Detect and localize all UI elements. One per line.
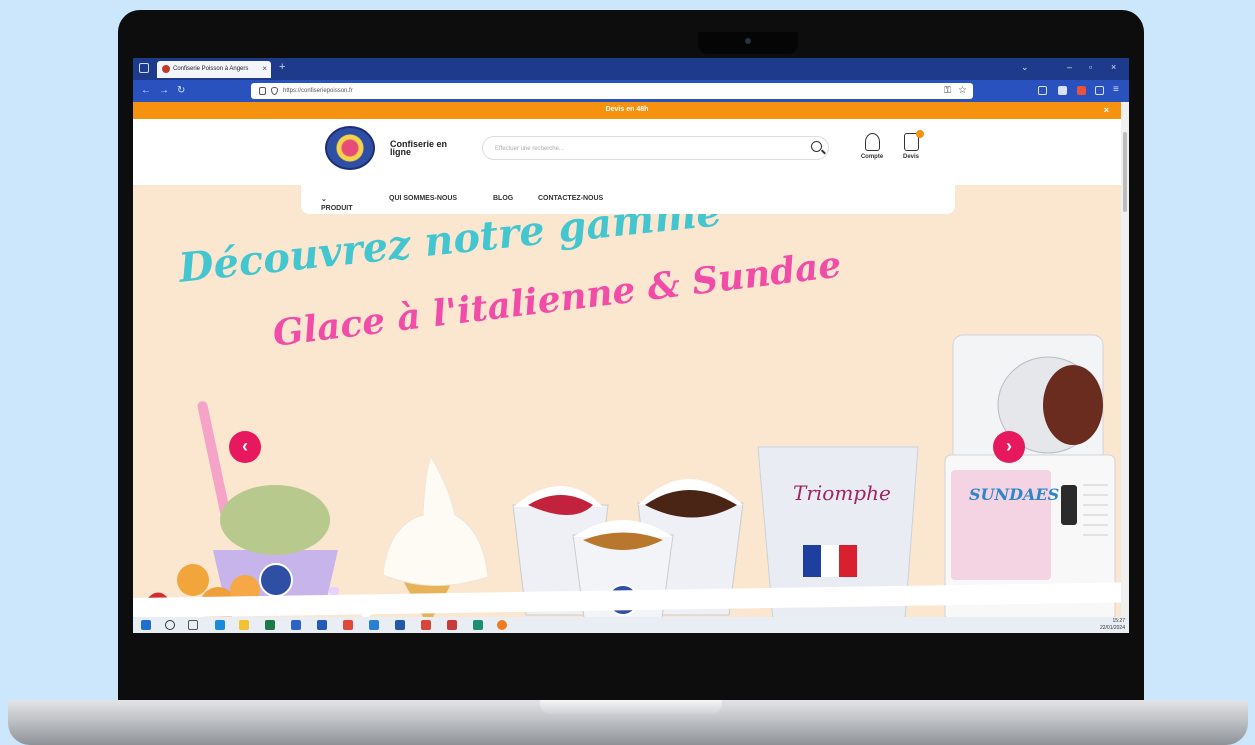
word-icon[interactable]: [317, 620, 327, 630]
search-icon[interactable]: [165, 620, 175, 630]
machine-label-text: SUNDAES: [969, 485, 1059, 504]
user-icon: [864, 133, 880, 151]
brand-name: Confiserie en ligne: [390, 139, 448, 157]
system-clock[interactable]: 15:27 22/01/2024: [1100, 618, 1125, 632]
app-icon[interactable]: [395, 620, 405, 630]
close-tab-icon[interactable]: ×: [262, 64, 267, 73]
extension-icon[interactable]: [1058, 86, 1067, 95]
cup-logo: [259, 563, 293, 597]
app-icon[interactable]: [473, 620, 483, 630]
laptop-lid-notch: [540, 700, 722, 714]
search-input[interactable]: Effectuer une recherche...: [482, 136, 829, 160]
browser-nav-bar: ← → ↻ https://confiseriepoisson.fr ⚿ ☆ ≡: [133, 80, 1129, 102]
hero-illustration: Triomphe SUNDAES: [143, 334, 1116, 617]
promo-text: Devis en 48h: [605, 106, 649, 113]
pink-spoon: [197, 401, 231, 519]
browser-tab-bar: Confiserie Poisson à Angers × + ⌄ – ▫ ×: [133, 58, 1129, 80]
pouch-brand-text: Triomphe: [793, 481, 891, 505]
task-view-icon[interactable]: [188, 620, 198, 630]
favicon-icon: [162, 65, 170, 73]
promo-banner: Devis en 48h ×: [133, 102, 1121, 119]
minimize-icon[interactable]: –: [1067, 62, 1072, 72]
app-icon[interactable]: [421, 620, 431, 630]
tab-title: Confiserie Poisson à Angers: [173, 66, 249, 72]
pocket-icon[interactable]: [1038, 86, 1047, 95]
sundae-machine: SUNDAES: [944, 334, 1116, 617]
url-text: https://confiseriepoisson.fr: [283, 88, 353, 94]
key-icon[interactable]: ⚿: [944, 85, 951, 96]
excel-icon[interactable]: [265, 620, 275, 630]
new-tab-icon[interactable]: +: [279, 61, 285, 73]
reload-icon[interactable]: ↻: [177, 85, 185, 96]
menu-item-qui-sommes-nous[interactable]: QUI SOMMES-NOUS: [389, 195, 457, 202]
account-label: Compte: [860, 154, 884, 160]
app-icon[interactable]: [291, 620, 301, 630]
account-button[interactable]: Compte: [852, 133, 892, 160]
scrollbar-thumb[interactable]: [1123, 132, 1127, 212]
quote-label: Devis: [902, 154, 919, 160]
quote-badge: [916, 130, 924, 138]
search-icon[interactable]: [811, 141, 822, 152]
site-header: Confiserie en ligne Effectuer une recher…: [133, 119, 1121, 185]
site-logo[interactable]: [325, 126, 375, 170]
quote-button[interactable]: Devis: [891, 130, 931, 160]
camera-notch: [698, 32, 798, 54]
lock-icon: [259, 87, 266, 95]
edge-icon[interactable]: [215, 620, 225, 630]
outlook-icon[interactable]: [369, 620, 379, 630]
bookmark-star-icon[interactable]: ☆: [958, 85, 967, 96]
hero-banner: Découvrez notre gamme Glace à l'italienn…: [133, 185, 1121, 617]
tab-list-icon[interactable]: [139, 63, 149, 73]
menu-item-blog[interactable]: BLOG: [493, 195, 513, 202]
close-icon[interactable]: ×: [1104, 105, 1109, 115]
forward-icon[interactable]: →: [159, 85, 169, 96]
app-icon[interactable]: [447, 620, 457, 630]
firefox-icon[interactable]: [497, 620, 507, 630]
menu-item-contact[interactable]: CONTACTEZ-NOUS: [538, 195, 603, 202]
screen: Confiserie Poisson à Angers × + ⌄ – ▫ × …: [133, 58, 1129, 633]
close-window-icon[interactable]: ×: [1111, 62, 1116, 72]
shield-icon: [271, 87, 278, 95]
pistachio-scoop: [220, 485, 330, 555]
soft-serve: [382, 455, 489, 587]
page-scrollbar[interactable]: [1121, 102, 1129, 617]
chrome-icon[interactable]: [343, 620, 353, 630]
carousel-prev-button[interactable]: ‹: [229, 431, 261, 463]
clock-time: 15:27: [1112, 618, 1125, 624]
apricot: [177, 564, 209, 596]
address-bar[interactable]: https://confiseriepoisson.fr ⚿ ☆: [251, 83, 973, 99]
search-placeholder: Effectuer une recherche...: [495, 146, 564, 152]
carousel-next-button[interactable]: ›: [993, 431, 1025, 463]
tab-overflow-icon[interactable]: ⌄: [1021, 62, 1029, 73]
browser-tab[interactable]: Confiserie Poisson à Angers ×: [157, 61, 271, 78]
menu-item-produit[interactable]: PRODUIT ⌄: [321, 195, 353, 212]
account-icon[interactable]: [1095, 86, 1104, 95]
back-icon[interactable]: ←: [141, 85, 151, 96]
os-taskbar: 15:27 22/01/2024: [133, 617, 1129, 633]
addon-icon[interactable]: [1077, 86, 1086, 95]
clock-date: 22/01/2024: [1099, 625, 1125, 631]
file-explorer-icon[interactable]: [239, 620, 249, 630]
start-icon[interactable]: [141, 620, 151, 630]
main-menu: PRODUIT ⌄ QUI SOMMES-NOUS BLOG CONTACTEZ…: [301, 185, 955, 214]
menu-icon[interactable]: ≡: [1113, 84, 1119, 95]
maximize-icon[interactable]: ▫: [1089, 62, 1092, 72]
